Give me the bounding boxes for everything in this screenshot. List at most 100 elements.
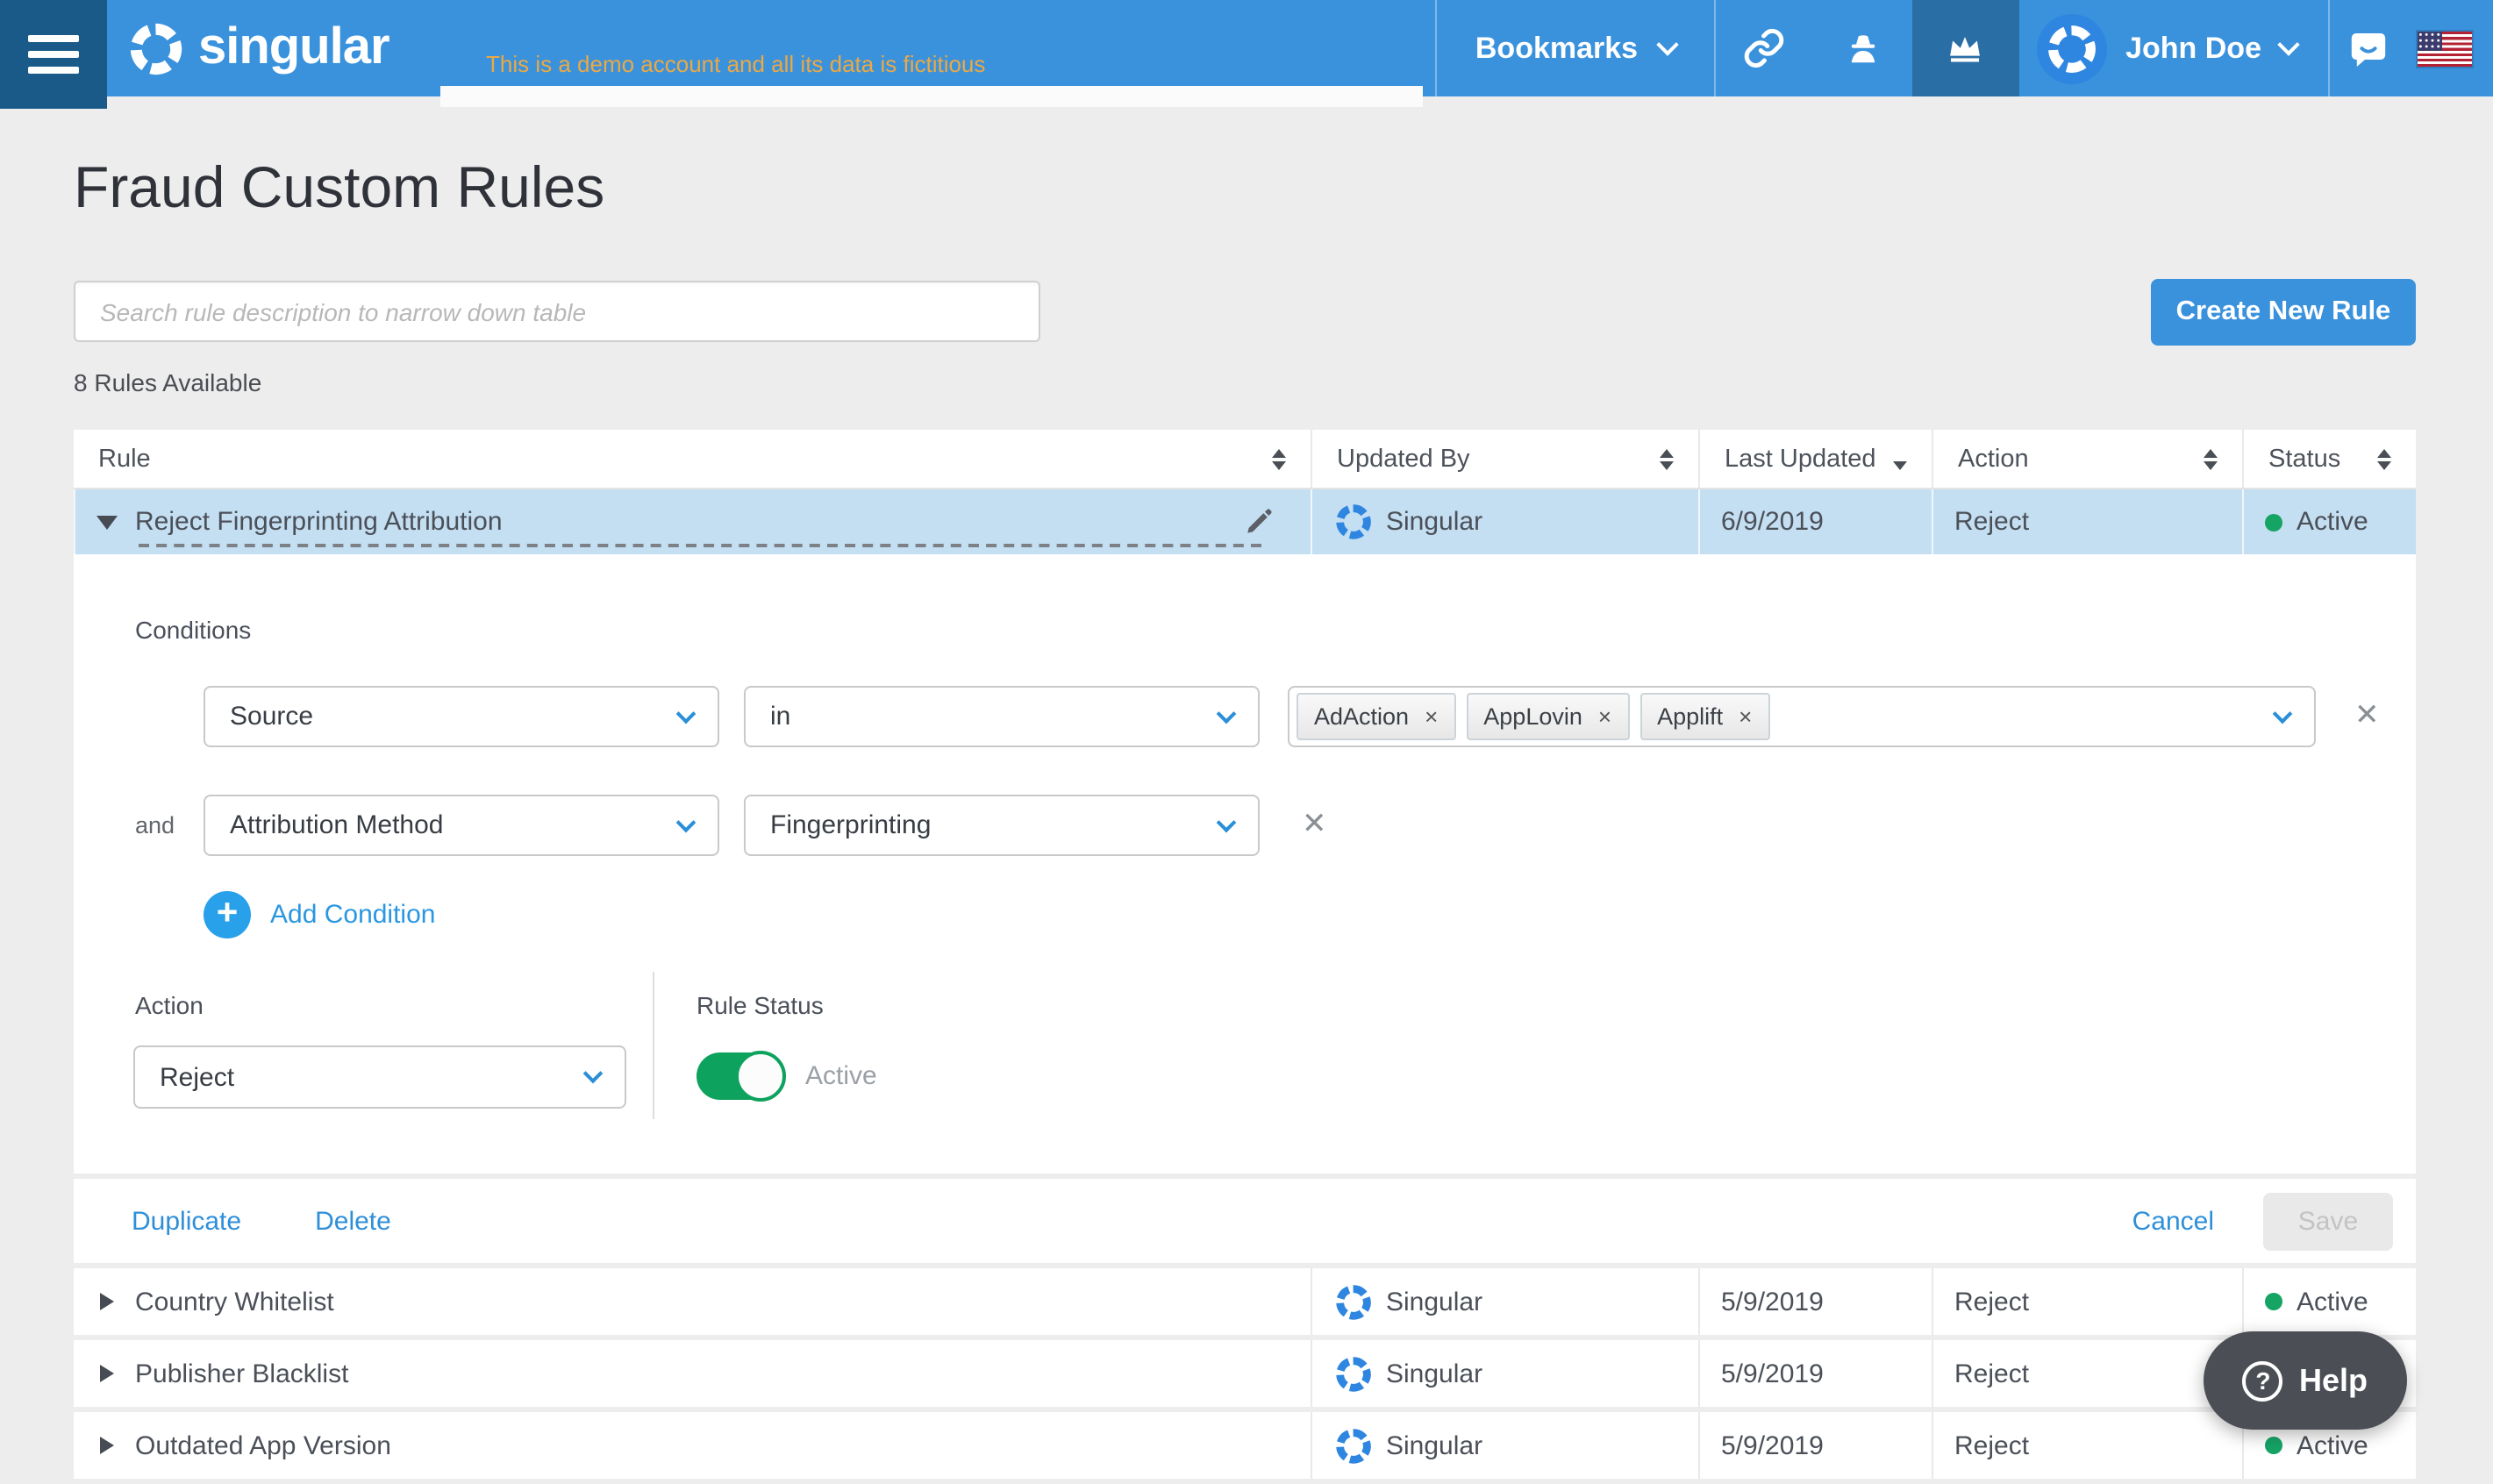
expand-arrow-icon[interactable] [100,1437,114,1454]
condition1-field-select[interactable]: Source [204,686,719,747]
status-dot-icon [2265,1293,2282,1310]
condition2-field-select[interactable]: Attribution Method [204,795,719,856]
tag-remove-icon[interactable]: × [1425,705,1438,728]
edit-pencil-icon[interactable] [1242,505,1275,546]
condition1-values-multiselect[interactable]: AdAction × AppLovin × Applift × [1288,686,2316,747]
collapse-arrow-icon[interactable] [96,515,118,529]
chevron-down-icon [1655,32,1677,54]
chevron-down-icon [676,812,696,832]
header-action[interactable]: Action [1932,430,2242,488]
user-menu[interactable]: John Doe [2018,0,2330,96]
header-rule[interactable]: Rule [74,430,1311,488]
topbar-actions: Bookmarks John Doe [1435,0,2493,96]
menu-button[interactable] [0,0,107,109]
question-mark-icon: ? [2243,1360,2283,1401]
fraud-suite-button[interactable] [1813,0,1911,96]
singular-brand[interactable]: singular [126,0,389,96]
tracking-links-button[interactable] [1715,0,1813,96]
help-button[interactable]: ? Help [2204,1331,2407,1430]
sort-icon[interactable] [2377,448,2391,469]
conditions-label: Conditions [135,616,251,644]
rule-status-value: Active [805,1061,877,1091]
fraud-rules-tab-active[interactable] [1911,0,2018,96]
rule-row-outdated-app-version[interactable]: Outdated App Version Singular 5/9/2019 R… [74,1412,2416,1479]
action-cell: Reject [1932,1412,2242,1479]
rule-row-country-whitelist[interactable]: Country Whitelist Singular 5/9/2019 Reje… [74,1268,2416,1335]
rule-row-expanded[interactable]: Reject Fingerprinting Attribution Singul… [74,489,2416,554]
updated-by-cell: Singular [1311,489,1698,554]
header-updated-by[interactable]: Updated By [1311,430,1698,488]
remove-condition2-button[interactable]: ✕ [1302,807,1327,842]
add-condition-label: Add Condition [270,900,435,930]
rules-table: Rule Updated By Last Updated Action Stat… [74,430,2416,1479]
sort-icon[interactable] [1272,448,1286,469]
help-label: Help [2299,1362,2368,1399]
duplicate-button[interactable]: Duplicate [132,1206,241,1236]
avatar [2036,13,2106,83]
tag-applift[interactable]: Applift × [1639,693,1769,740]
tag-applovin[interactable]: AppLovin × [1466,693,1629,740]
fraud-custom-rules-page: singular This is a demo account and all … [0,0,2493,1484]
last-updated-cell: 5/9/2019 [1698,1412,1932,1479]
header-rule-label: Rule [98,445,151,473]
rule-row-publisher-blacklist[interactable]: Publisher Blacklist Singular 5/9/2019 Re… [74,1340,2416,1407]
rule-editor-panel: Conditions Source in AdAction × AppLovin… [74,554,2416,1174]
rule-status-toggle[interactable] [696,1052,784,1100]
sort-desc-icon[interactable] [1893,461,1907,470]
condition1-operator-select[interactable]: in [744,686,1260,747]
tag-adaction[interactable]: AdAction × [1297,693,1455,740]
rule-name-cell: Outdated App Version [74,1412,1311,1479]
language-flag-us[interactable] [2418,31,2472,66]
sort-icon[interactable] [2204,448,2218,469]
delete-button[interactable]: Delete [315,1206,391,1236]
chevron-down-icon [583,1064,604,1084]
save-button[interactable]: Save [2263,1192,2393,1250]
tag-remove-icon[interactable]: × [1739,705,1752,728]
chat-bubble-icon [2347,27,2389,69]
action-label: Action [135,991,204,1019]
toggle-knob [735,1051,786,1102]
page-title: Fraud Custom Rules [74,154,604,221]
action-cell: Reject [1932,1268,2242,1335]
remove-condition1-button[interactable]: ✕ [2354,698,2380,733]
updated-by-cell: Singular [1311,1412,1698,1479]
status-cell: Active [2242,1268,2416,1335]
editor-footer-bar: Duplicate Delete Cancel Save [74,1179,2416,1263]
avatar-swirl-icon [2043,20,2099,76]
bookmarks-dropdown[interactable]: Bookmarks [1435,0,1715,96]
rule-name: Reject Fingerprinting Attribution [135,507,503,537]
header-last-updated[interactable]: Last Updated [1698,430,1932,488]
action-cell: Reject [1932,489,2242,554]
tag-label: Applift [1657,703,1723,730]
action-select[interactable]: Reject [133,1045,626,1109]
support-chat-button[interactable] [2330,0,2407,96]
header-updated-by-label: Updated By [1337,445,1470,473]
rule-name-cell: Publisher Blacklist [74,1340,1311,1407]
sort-icon[interactable] [1660,448,1674,469]
search-input[interactable] [74,281,1040,342]
condition1-operator-value: in [770,702,790,731]
expand-arrow-icon[interactable] [100,1293,114,1310]
expand-arrow-icon[interactable] [100,1365,114,1382]
rules-count: 8 Rules Available [74,368,261,396]
chevron-down-icon [2277,32,2299,54]
singular-swirl-icon [1333,1353,1374,1394]
add-condition-button[interactable]: + Add Condition [204,891,435,938]
link-icon [1742,26,1786,70]
demo-banner-strip [440,86,1423,107]
cancel-button[interactable]: Cancel [2132,1206,2214,1236]
demo-account-notice: This is a demo account and all its data … [486,51,985,77]
create-new-rule-button[interactable]: Create New Rule [2151,279,2416,346]
updated-by-value: Singular [1386,1287,1482,1316]
condition2-field-value: Attribution Method [230,810,444,840]
plus-icon: + [204,891,251,938]
rule-name: Country Whitelist [135,1287,334,1316]
status-dot-icon [2265,513,2282,531]
tag-remove-icon[interactable]: × [1598,705,1611,728]
singular-swirl-icon [1333,502,1374,542]
condition2-value-select[interactable]: Fingerprinting [744,795,1260,856]
action-value: Reject [160,1062,234,1092]
table-header: Rule Updated By Last Updated Action Stat… [74,430,2416,489]
header-last-updated-label: Last Updated [1725,445,1876,473]
header-status[interactable]: Status [2242,430,2416,488]
